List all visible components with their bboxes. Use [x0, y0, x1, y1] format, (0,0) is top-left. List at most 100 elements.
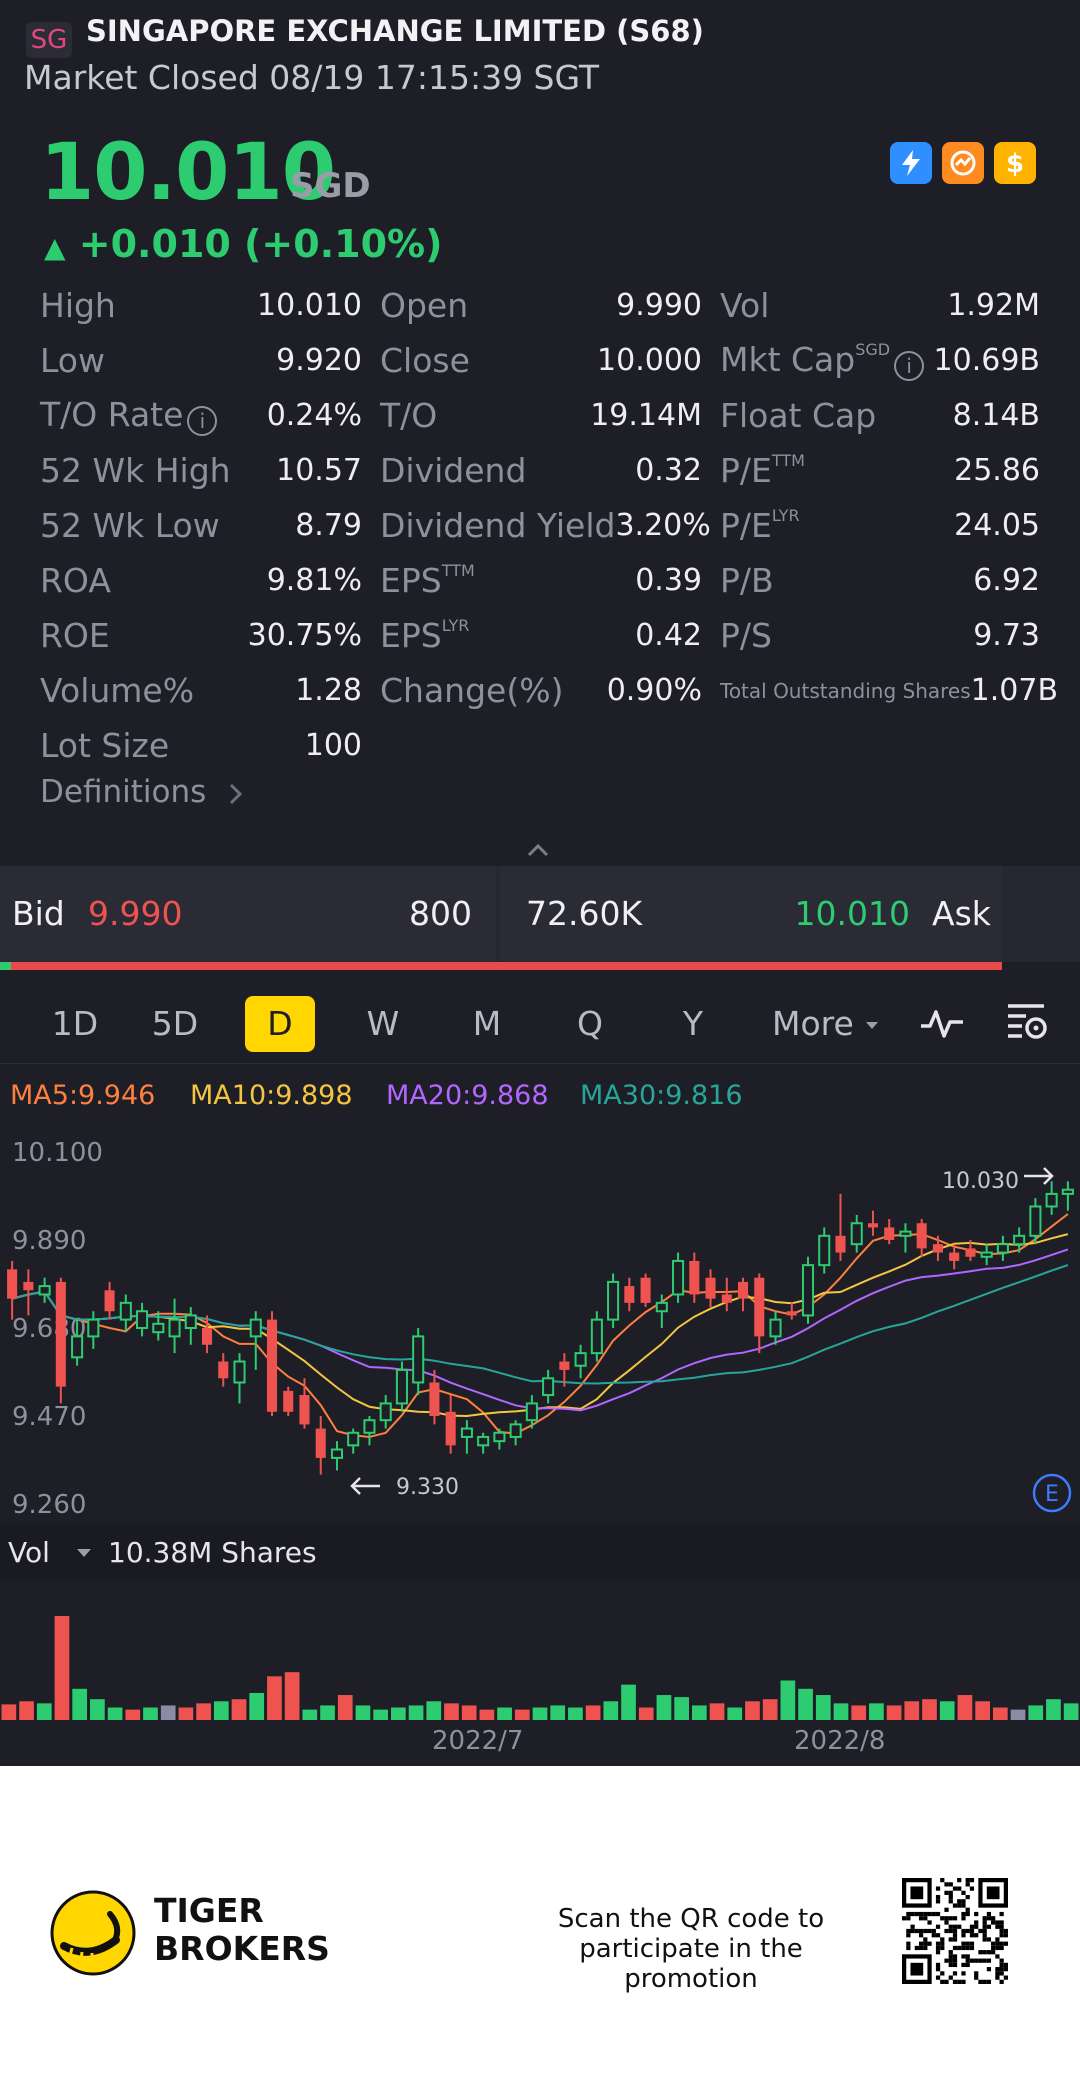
tab-period[interactable]: W [348, 996, 418, 1052]
stat-label: P/S [720, 616, 772, 655]
stat-cell: 52 Wk Low 8.79 [40, 506, 362, 545]
candle [607, 1273, 620, 1328]
info-icon[interactable]: i [894, 351, 925, 382]
candle [542, 1369, 555, 1404]
qr-code[interactable] [902, 1878, 1008, 1984]
volume-bar [762, 1699, 778, 1720]
tab-period[interactable]: Q [555, 996, 625, 1052]
volume-bar [143, 1707, 158, 1720]
ma-legend-item: MA10:9.898 [190, 1080, 353, 1111]
bid-label: Bid [12, 894, 65, 933]
arrow-left-icon [350, 1477, 380, 1495]
y-tick-label: 10.100 [12, 1138, 103, 1168]
candle [330, 1441, 344, 1471]
candle [689, 1252, 700, 1303]
market-status: Market Closed 08/19 17:15:39 SGT [24, 58, 600, 97]
stat-value: 6.92 [973, 563, 1040, 598]
volume-bar [178, 1707, 194, 1720]
ask-size: 72.60K [526, 894, 643, 933]
candle [7, 1260, 18, 1320]
stat-cell: P/S 9.73 [720, 616, 1040, 655]
volume-bar [444, 1703, 459, 1720]
dollar-icon[interactable]: $ [994, 142, 1036, 184]
x-tick-label: 2022/7 [432, 1726, 524, 1756]
stat-value: 0.42 [635, 618, 702, 653]
candle [168, 1298, 181, 1354]
tab-period[interactable]: Y [658, 996, 728, 1052]
stat-value: 30.75% [247, 618, 362, 653]
stat-value: 19.14M [590, 398, 702, 433]
volume-bar [815, 1695, 831, 1720]
stat-value: 0.39 [635, 563, 702, 598]
volume-bar [798, 1688, 813, 1720]
stat-label: Vol [720, 286, 770, 325]
stock-title: SINGAPORE EXCHANGE LIMITED (S68) [86, 14, 704, 48]
stats-row: Low 9.920 Close 10.000 Mkt CapSGDi 10.69B [40, 333, 1040, 388]
candle [363, 1416, 376, 1446]
stat-label-superscript: TTM [441, 561, 475, 580]
tab-period[interactable]: M [452, 996, 522, 1052]
volume-bar [302, 1709, 318, 1720]
volume-bar [745, 1701, 760, 1720]
candle [119, 1294, 132, 1333]
volume-bar [90, 1699, 105, 1720]
more-periods-button[interactable]: More [772, 996, 880, 1052]
lightning-icon[interactable] [890, 142, 932, 184]
volume-bar [939, 1701, 955, 1720]
candle [477, 1432, 490, 1454]
chevron-right-icon [230, 783, 243, 804]
y-tick-label: 9.470 [12, 1402, 86, 1432]
stat-label: Mkt Cap [720, 339, 856, 379]
volume-bar [107, 1707, 123, 1720]
volume-bar [904, 1701, 920, 1720]
exchange-badge: SG [26, 22, 72, 58]
candle [55, 1277, 66, 1404]
up-arrow-icon: ▲ [44, 231, 66, 264]
stat-label-superscript: TTM [771, 451, 805, 470]
stat-value: 0.24% [266, 398, 362, 433]
stat-value: 9.81% [266, 563, 362, 598]
candle [590, 1311, 603, 1362]
stat-cell: ROA 9.81% [40, 561, 362, 600]
stat-cell: 52 Wk High 10.57 [40, 451, 362, 490]
volume-bar [479, 1709, 495, 1720]
candlestick-chart[interactable]: 10.1009.8909.6809.4709.26010.0309.330 E [0, 1128, 1080, 1528]
candle [996, 1235, 1009, 1261]
stats-row: Lot Size 100 [40, 718, 1040, 773]
stat-cell: P/B 6.92 [720, 561, 1040, 600]
chart-settings-icon[interactable] [1004, 998, 1052, 1046]
tab-period[interactable]: D [245, 996, 315, 1052]
brand-line-2: BROKERS [154, 1929, 330, 1968]
volume-bar [869, 1703, 884, 1720]
stat-label: Lot Size [40, 726, 170, 765]
info-icon[interactable]: i [187, 406, 218, 437]
tab-period[interactable]: 5D [140, 996, 210, 1052]
stat-cell: P/ELYR 24.05 [720, 506, 1040, 545]
candle [445, 1395, 456, 1454]
stat-label: 52 Wk Low [40, 506, 220, 545]
stat-label: P/E [720, 506, 772, 545]
tab-period[interactable]: 1D [40, 996, 110, 1052]
volume-bar [532, 1707, 548, 1720]
stat-value: 8.14B [952, 398, 1040, 433]
more-label: More [772, 1004, 854, 1043]
volume-bar [957, 1695, 973, 1720]
candle [266, 1311, 278, 1416]
indicator-icon[interactable] [918, 1000, 966, 1048]
candle [721, 1277, 732, 1312]
collapse-chevron-icon[interactable] [526, 838, 550, 862]
stat-cell: Volume% 1.28 [40, 671, 362, 710]
volume-bar [886, 1705, 902, 1720]
fire-icon[interactable] [942, 142, 984, 184]
definitions-link[interactable]: Definitions [40, 774, 246, 810]
volume-selector[interactable]: Vol [8, 1536, 93, 1569]
volume-bar [992, 1707, 1008, 1720]
stat-cell: Dividend 0.32 [380, 451, 702, 490]
earnings-event-icon[interactable]: E [1032, 1473, 1072, 1513]
definitions-label: Definitions [40, 774, 207, 810]
volume-bar [922, 1699, 937, 1720]
candle [283, 1386, 294, 1416]
ma-legend-item: MA20:9.868 [386, 1080, 549, 1111]
stat-label: 52 Wk High [40, 451, 231, 490]
stats-row: High 10.010 Open 9.990 Vol 1.92M [40, 278, 1040, 333]
